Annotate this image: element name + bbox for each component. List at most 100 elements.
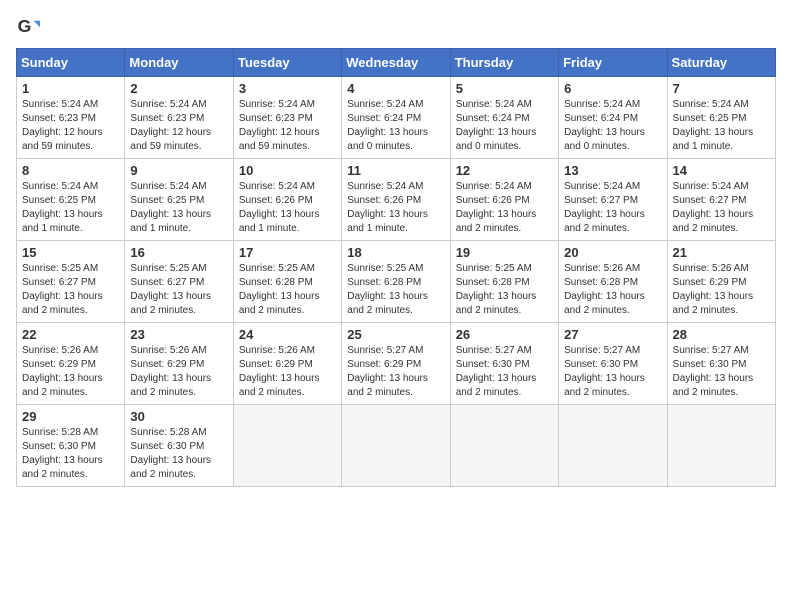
calendar-day-26: 26 Sunrise: 5:27 AMSunset: 6:30 PMDaylig… xyxy=(450,323,558,405)
day-number: 11 xyxy=(347,163,444,178)
day-number: 24 xyxy=(239,327,336,342)
calendar-header-row: SundayMondayTuesdayWednesdayThursdayFrid… xyxy=(17,49,776,77)
day-number: 12 xyxy=(456,163,553,178)
day-info: Sunrise: 5:24 AMSunset: 6:27 PMDaylight:… xyxy=(564,181,645,234)
calendar-day-30: 30 Sunrise: 5:28 AMSunset: 6:30 PMDaylig… xyxy=(125,405,233,487)
calendar-day-22: 22 Sunrise: 5:26 AMSunset: 6:29 PMDaylig… xyxy=(17,323,125,405)
day-number: 18 xyxy=(347,245,444,260)
calendar-week-3: 15 Sunrise: 5:25 AMSunset: 6:27 PMDaylig… xyxy=(17,241,776,323)
calendar-day-3: 3 Sunrise: 5:24 AMSunset: 6:23 PMDayligh… xyxy=(233,77,341,159)
day-info: Sunrise: 5:24 AMSunset: 6:25 PMDaylight:… xyxy=(130,181,211,234)
calendar-day-13: 13 Sunrise: 5:24 AMSunset: 6:27 PMDaylig… xyxy=(559,159,667,241)
day-info: Sunrise: 5:25 AMSunset: 6:27 PMDaylight:… xyxy=(130,263,211,316)
day-info: Sunrise: 5:24 AMSunset: 6:25 PMDaylight:… xyxy=(673,99,754,152)
day-number: 20 xyxy=(564,245,661,260)
day-info: Sunrise: 5:24 AMSunset: 6:26 PMDaylight:… xyxy=(239,181,320,234)
calendar-day-27: 27 Sunrise: 5:27 AMSunset: 6:30 PMDaylig… xyxy=(559,323,667,405)
day-info: Sunrise: 5:24 AMSunset: 6:23 PMDaylight:… xyxy=(130,99,211,152)
calendar-day-11: 11 Sunrise: 5:24 AMSunset: 6:26 PMDaylig… xyxy=(342,159,450,241)
day-info: Sunrise: 5:24 AMSunset: 6:24 PMDaylight:… xyxy=(456,99,537,152)
header-day-saturday: Saturday xyxy=(667,49,775,77)
day-number: 3 xyxy=(239,81,336,96)
day-info: Sunrise: 5:27 AMSunset: 6:30 PMDaylight:… xyxy=(673,345,754,398)
calendar-day-16: 16 Sunrise: 5:25 AMSunset: 6:27 PMDaylig… xyxy=(125,241,233,323)
logo-icon: G xyxy=(16,16,40,40)
calendar-empty-cell xyxy=(667,405,775,487)
day-number: 6 xyxy=(564,81,661,96)
calendar-day-12: 12 Sunrise: 5:24 AMSunset: 6:26 PMDaylig… xyxy=(450,159,558,241)
calendar: SundayMondayTuesdayWednesdayThursdayFrid… xyxy=(16,48,776,487)
calendar-week-2: 8 Sunrise: 5:24 AMSunset: 6:25 PMDayligh… xyxy=(17,159,776,241)
calendar-empty-cell xyxy=(233,405,341,487)
header-day-thursday: Thursday xyxy=(450,49,558,77)
day-number: 25 xyxy=(347,327,444,342)
day-info: Sunrise: 5:26 AMSunset: 6:29 PMDaylight:… xyxy=(673,263,754,316)
header-day-wednesday: Wednesday xyxy=(342,49,450,77)
calendar-day-5: 5 Sunrise: 5:24 AMSunset: 6:24 PMDayligh… xyxy=(450,77,558,159)
day-number: 19 xyxy=(456,245,553,260)
day-info: Sunrise: 5:28 AMSunset: 6:30 PMDaylight:… xyxy=(130,427,211,480)
day-info: Sunrise: 5:25 AMSunset: 6:28 PMDaylight:… xyxy=(347,263,428,316)
calendar-empty-cell xyxy=(450,405,558,487)
day-info: Sunrise: 5:26 AMSunset: 6:29 PMDaylight:… xyxy=(239,345,320,398)
day-info: Sunrise: 5:27 AMSunset: 6:30 PMDaylight:… xyxy=(456,345,537,398)
calendar-day-25: 25 Sunrise: 5:27 AMSunset: 6:29 PMDaylig… xyxy=(342,323,450,405)
calendar-day-14: 14 Sunrise: 5:24 AMSunset: 6:27 PMDaylig… xyxy=(667,159,775,241)
calendar-day-24: 24 Sunrise: 5:26 AMSunset: 6:29 PMDaylig… xyxy=(233,323,341,405)
header-day-friday: Friday xyxy=(559,49,667,77)
day-info: Sunrise: 5:24 AMSunset: 6:27 PMDaylight:… xyxy=(673,181,754,234)
calendar-day-9: 9 Sunrise: 5:24 AMSunset: 6:25 PMDayligh… xyxy=(125,159,233,241)
calendar-empty-cell xyxy=(559,405,667,487)
calendar-day-8: 8 Sunrise: 5:24 AMSunset: 6:25 PMDayligh… xyxy=(17,159,125,241)
day-number: 26 xyxy=(456,327,553,342)
calendar-day-18: 18 Sunrise: 5:25 AMSunset: 6:28 PMDaylig… xyxy=(342,241,450,323)
day-number: 9 xyxy=(130,163,227,178)
day-info: Sunrise: 5:27 AMSunset: 6:30 PMDaylight:… xyxy=(564,345,645,398)
calendar-week-5: 29 Sunrise: 5:28 AMSunset: 6:30 PMDaylig… xyxy=(17,405,776,487)
day-number: 5 xyxy=(456,81,553,96)
header-day-tuesday: Tuesday xyxy=(233,49,341,77)
calendar-day-4: 4 Sunrise: 5:24 AMSunset: 6:24 PMDayligh… xyxy=(342,77,450,159)
calendar-day-21: 21 Sunrise: 5:26 AMSunset: 6:29 PMDaylig… xyxy=(667,241,775,323)
calendar-week-4: 22 Sunrise: 5:26 AMSunset: 6:29 PMDaylig… xyxy=(17,323,776,405)
day-info: Sunrise: 5:24 AMSunset: 6:26 PMDaylight:… xyxy=(347,181,428,234)
day-info: Sunrise: 5:25 AMSunset: 6:28 PMDaylight:… xyxy=(239,263,320,316)
calendar-day-28: 28 Sunrise: 5:27 AMSunset: 6:30 PMDaylig… xyxy=(667,323,775,405)
calendar-day-1: 1 Sunrise: 5:24 AMSunset: 6:23 PMDayligh… xyxy=(17,77,125,159)
calendar-day-17: 17 Sunrise: 5:25 AMSunset: 6:28 PMDaylig… xyxy=(233,241,341,323)
calendar-day-15: 15 Sunrise: 5:25 AMSunset: 6:27 PMDaylig… xyxy=(17,241,125,323)
calendar-day-19: 19 Sunrise: 5:25 AMSunset: 6:28 PMDaylig… xyxy=(450,241,558,323)
day-number: 29 xyxy=(22,409,119,424)
calendar-week-1: 1 Sunrise: 5:24 AMSunset: 6:23 PMDayligh… xyxy=(17,77,776,159)
day-number: 4 xyxy=(347,81,444,96)
calendar-day-7: 7 Sunrise: 5:24 AMSunset: 6:25 PMDayligh… xyxy=(667,77,775,159)
day-info: Sunrise: 5:24 AMSunset: 6:25 PMDaylight:… xyxy=(22,181,103,234)
calendar-day-6: 6 Sunrise: 5:24 AMSunset: 6:24 PMDayligh… xyxy=(559,77,667,159)
day-number: 13 xyxy=(564,163,661,178)
day-number: 28 xyxy=(673,327,770,342)
day-number: 7 xyxy=(673,81,770,96)
calendar-empty-cell xyxy=(342,405,450,487)
day-info: Sunrise: 5:25 AMSunset: 6:27 PMDaylight:… xyxy=(22,263,103,316)
calendar-day-23: 23 Sunrise: 5:26 AMSunset: 6:29 PMDaylig… xyxy=(125,323,233,405)
day-info: Sunrise: 5:24 AMSunset: 6:24 PMDaylight:… xyxy=(564,99,645,152)
day-info: Sunrise: 5:27 AMSunset: 6:29 PMDaylight:… xyxy=(347,345,428,398)
day-info: Sunrise: 5:25 AMSunset: 6:28 PMDaylight:… xyxy=(456,263,537,316)
day-number: 1 xyxy=(22,81,119,96)
day-info: Sunrise: 5:24 AMSunset: 6:24 PMDaylight:… xyxy=(347,99,428,152)
header: G xyxy=(16,16,776,40)
day-number: 15 xyxy=(22,245,119,260)
calendar-day-10: 10 Sunrise: 5:24 AMSunset: 6:26 PMDaylig… xyxy=(233,159,341,241)
day-info: Sunrise: 5:26 AMSunset: 6:28 PMDaylight:… xyxy=(564,263,645,316)
svg-text:G: G xyxy=(18,16,32,36)
day-number: 14 xyxy=(673,163,770,178)
day-number: 27 xyxy=(564,327,661,342)
day-number: 17 xyxy=(239,245,336,260)
day-info: Sunrise: 5:24 AMSunset: 6:23 PMDaylight:… xyxy=(239,99,320,152)
day-info: Sunrise: 5:24 AMSunset: 6:23 PMDaylight:… xyxy=(22,99,103,152)
logo: G xyxy=(16,16,44,40)
header-day-monday: Monday xyxy=(125,49,233,77)
calendar-body: 1 Sunrise: 5:24 AMSunset: 6:23 PMDayligh… xyxy=(17,77,776,487)
day-number: 10 xyxy=(239,163,336,178)
day-number: 21 xyxy=(673,245,770,260)
